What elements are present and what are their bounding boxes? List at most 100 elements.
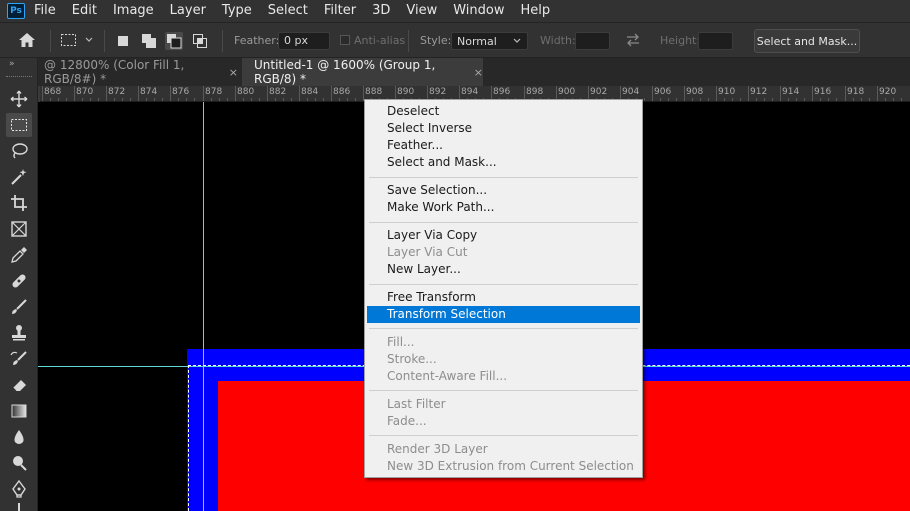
menu-separator — [369, 222, 638, 223]
ruler-major-tick — [716, 86, 717, 101]
menu-edit[interactable]: Edit — [64, 0, 105, 22]
feather-input[interactable]: 0 px — [278, 32, 330, 50]
ruler-label: 890 — [397, 87, 415, 97]
feather-label: Feather: — [234, 33, 280, 47]
ruler-label: 882 — [269, 87, 287, 97]
style-select[interactable]: Normal — [451, 32, 528, 50]
frame-tool-icon[interactable] — [6, 217, 32, 241]
ruler-major-tick — [170, 86, 171, 101]
menu-window[interactable]: Window — [445, 0, 512, 22]
ruler-label: 880 — [237, 87, 255, 97]
healing-brush-tool-icon[interactable] — [6, 269, 32, 293]
tab-label: Untitled-1 @ 1600% (Group 1, RGB/8) * — [254, 58, 436, 86]
menu-layer[interactable]: Layer — [162, 0, 214, 22]
ruler-major-tick — [138, 86, 139, 101]
tab-untitled-1[interactable]: Untitled-1 @ 1600% (Group 1, RGB/8) * × — [242, 58, 483, 86]
height-label: Height: — [660, 33, 701, 47]
ruler-label: 888 — [365, 87, 383, 97]
magic-wand-tool-icon[interactable] — [6, 165, 32, 189]
checkbox-box-icon — [340, 35, 350, 45]
pen-tool-icon[interactable] — [6, 477, 32, 501]
width-input[interactable] — [575, 32, 610, 50]
marquee-preset-icon[interactable] — [60, 23, 94, 57]
ruler-major-tick — [331, 86, 332, 101]
menu-image[interactable]: Image — [105, 0, 162, 22]
menu-item-select-inverse[interactable]: Select Inverse — [367, 120, 640, 137]
menu-separator — [369, 328, 638, 329]
menu-separator — [369, 177, 638, 178]
chevron-down-icon — [513, 38, 521, 43]
crop-tool-icon[interactable] — [6, 191, 32, 215]
ruler-label: 914 — [782, 87, 800, 97]
subtract-from-selection-icon[interactable] — [165, 32, 183, 50]
menu-item-select-and-mask[interactable]: Select and Mask... — [367, 154, 640, 171]
menu-item-new-layer[interactable]: New Layer... — [367, 261, 640, 278]
brush-tool-icon[interactable] — [6, 295, 32, 319]
menu-select[interactable]: Select — [260, 0, 316, 22]
tab-color-fill-document[interactable]: @ 12800% (Color Fill 1, RGB/8#) * × — [38, 58, 238, 86]
menu-item-last-filter: Last Filter — [387, 397, 446, 411]
home-icon[interactable] — [18, 23, 36, 57]
ruler-label: 878 — [205, 87, 223, 97]
menu-type[interactable]: Type — [214, 0, 260, 22]
collapse-icon[interactable]: » — [9, 59, 15, 69]
rectangular-marquee-tool-icon[interactable] — [6, 113, 32, 137]
context-menu: Deselect Select Inverse Feather... Select a… — [364, 99, 643, 478]
gradient-tool-icon[interactable] — [6, 399, 32, 423]
menu-bar: Ps File Edit Image Layer Type Select Fil… — [0, 0, 910, 22]
menu-separator — [369, 390, 638, 391]
close-icon[interactable]: × — [474, 66, 483, 79]
ruler-label: 870 — [76, 87, 94, 97]
lasso-tool-icon[interactable] — [6, 139, 32, 163]
ruler-major-tick — [748, 86, 749, 101]
ruler-major-tick — [42, 86, 43, 101]
menu-item-content-aware-fill: Content-Aware Fill... — [387, 369, 508, 383]
menu-item-render-3d-layer: Render 3D Layer — [387, 442, 488, 456]
menu-separator — [369, 435, 638, 436]
ruler-label: 884 — [301, 87, 319, 97]
menu-item-feather[interactable]: Feather... — [367, 137, 640, 154]
menu-item-save-selection[interactable]: Save Selection... — [367, 182, 640, 199]
eyedropper-tool-icon[interactable] — [6, 243, 32, 267]
close-icon[interactable]: × — [229, 66, 238, 79]
clone-stamp-tool-icon[interactable] — [6, 321, 32, 345]
ruler-major-tick — [684, 86, 685, 101]
menu-item-layer-via-copy[interactable]: Layer Via Copy — [367, 227, 640, 244]
menu-item-make-work-path[interactable]: Make Work Path... — [367, 199, 640, 216]
divider — [222, 30, 223, 52]
menu-item-fill: Fill... — [387, 335, 415, 349]
ruler-label: 912 — [750, 87, 768, 97]
intersect-selection-icon[interactable] — [191, 32, 209, 50]
swap-icon[interactable] — [625, 23, 641, 57]
dodge-tool-icon[interactable] — [6, 451, 32, 475]
anti-alias-checkbox[interactable]: Anti-alias — [340, 23, 405, 57]
menu-help[interactable]: Help — [513, 0, 559, 22]
ruler-label: 874 — [140, 87, 158, 97]
height-input[interactable] — [698, 32, 733, 50]
blur-tool-icon[interactable] — [6, 425, 32, 449]
ruler-label: 904 — [622, 87, 640, 97]
menu-item-free-transform[interactable]: Free Transform — [367, 289, 640, 306]
menu-filter[interactable]: Filter — [316, 0, 364, 22]
menu-item-stroke: Stroke... — [387, 352, 437, 366]
menu-separator — [369, 284, 638, 285]
grip-handle[interactable] — [6, 76, 32, 78]
style-label: Style: — [420, 33, 452, 47]
eraser-tool-icon[interactable] — [6, 373, 32, 397]
menu-3d[interactable]: 3D — [364, 0, 398, 22]
ruler-major-tick — [652, 86, 653, 101]
move-tool-icon[interactable] — [6, 87, 32, 111]
menu-item-transform-selection[interactable]: Transform Selection — [367, 306, 640, 323]
ruler-label: 886 — [333, 87, 351, 97]
menu-file[interactable]: File — [31, 0, 64, 22]
type-tool-icon[interactable] — [6, 503, 32, 511]
history-brush-tool-icon[interactable] — [6, 347, 32, 371]
ruler-major-tick — [203, 86, 204, 101]
menu-item-deselect[interactable]: Deselect — [367, 103, 640, 120]
menu-view[interactable]: View — [398, 0, 445, 22]
add-to-selection-icon[interactable] — [140, 32, 158, 50]
select-and-mask-button[interactable]: Select and Mask... — [754, 29, 860, 53]
new-selection-icon[interactable] — [114, 32, 132, 50]
tab-label: @ 12800% (Color Fill 1, RGB/8#) * — [44, 58, 185, 86]
ruler-label: 894 — [461, 87, 479, 97]
